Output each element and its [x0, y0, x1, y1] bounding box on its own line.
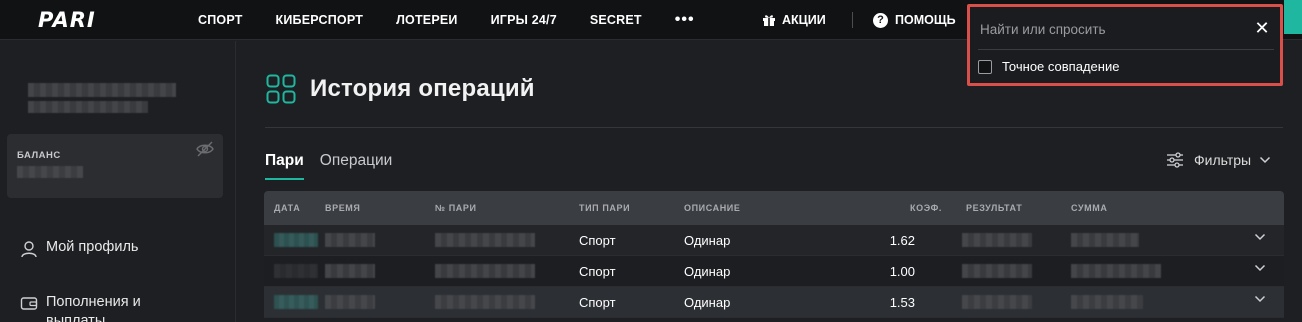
bet-description: Одинар	[684, 295, 731, 310]
pari-logo[interactable]: PARI	[38, 9, 134, 31]
balance-card: БАЛАНС	[7, 134, 223, 198]
exact-match-label: Точное совпадение	[1002, 59, 1120, 74]
user-icon	[21, 241, 37, 258]
bets-table: ДАТА ВРЕМЯ № ПАРИ ТИП ПАРИ ОПИСАНИЕ КОЭФ…	[264, 191, 1284, 322]
sidebar-item-label: Мой профиль	[46, 239, 139, 255]
eye-off-icon[interactable]	[195, 141, 215, 157]
date-redacted	[274, 264, 318, 278]
nav-item-secret[interactable]: SECRET	[590, 13, 642, 27]
col-date[interactable]: ДАТА	[274, 203, 300, 213]
chevron-down-icon[interactable]	[1254, 295, 1266, 303]
sliders-icon	[1167, 152, 1183, 168]
help-label: ПОМОЩЬ	[895, 13, 956, 27]
bet-description: Одинар	[684, 233, 731, 248]
time-redacted	[325, 295, 375, 309]
sidebar-item-label: Пополнения и выплаты	[46, 294, 141, 322]
col-description[interactable]: ОПИСАНИЕ	[684, 203, 740, 213]
col-time[interactable]: ВРЕМЯ	[325, 203, 360, 213]
main-nav: СПОРТ КИБЕРСПОРТ ЛОТЕРЕИ ИГРЫ 24/7 SECRE…	[198, 0, 695, 40]
search-input[interactable]	[980, 19, 1230, 39]
bet-description: Одинар	[684, 264, 731, 279]
amount-redacted	[1071, 264, 1161, 278]
user-name-redacted	[28, 83, 176, 97]
gift-icon	[763, 15, 775, 26]
amount-redacted	[1071, 233, 1139, 247]
nav-item-sport[interactable]: СПОРТ	[198, 13, 243, 27]
exact-match-option[interactable]: Точное совпадение	[978, 59, 1119, 74]
sidebar-item-profile[interactable]: Мой профиль	[20, 239, 138, 258]
sidebar-item-payments[interactable]: Пополнения и выплаты	[20, 293, 176, 322]
grid-icon	[266, 74, 296, 104]
page-header: История операций	[266, 74, 535, 104]
promo-link[interactable]: АКЦИИ	[762, 0, 826, 40]
help-link[interactable]: ? ПОМОЩЬ	[873, 0, 956, 40]
bet-coef: 1.62	[889, 233, 915, 248]
logo-text: PARI	[38, 8, 96, 32]
bet-type: Спорт	[579, 295, 616, 310]
close-icon[interactable]: ✕	[1253, 19, 1271, 37]
bet-number-redacted	[435, 295, 535, 309]
search-divider	[978, 49, 1274, 50]
promo-label: АКЦИИ	[782, 13, 826, 27]
time-redacted	[325, 233, 375, 247]
balance-value-redacted	[17, 166, 83, 178]
bet-type: Спорт	[579, 233, 616, 248]
time-redacted	[325, 264, 375, 278]
nav-item-cybersport[interactable]: КИБЕРСПОРТ	[276, 13, 364, 27]
col-amount[interactable]: СУММА	[1071, 203, 1107, 213]
date-redacted	[274, 233, 318, 247]
history-tabs: Пари Операции	[265, 152, 408, 180]
chevron-down-icon[interactable]	[1254, 264, 1266, 272]
help-icon: ?	[873, 12, 888, 28]
login-button-edge[interactable]	[1284, 0, 1302, 34]
table-row[interactable]: Спорт Одинар 1.62	[264, 225, 1284, 256]
chevron-down-icon	[1260, 156, 1271, 164]
bet-number-redacted	[435, 264, 535, 278]
wallet-icon	[20, 297, 38, 310]
filters-label: Фильтры	[1194, 152, 1252, 168]
tab-operations[interactable]: Операции	[320, 152, 393, 180]
col-bet-number[interactable]: № ПАРИ	[435, 203, 477, 213]
nav-item-games[interactable]: ИГРЫ 24/7	[491, 13, 557, 27]
search-popup: ✕ Точное совпадение	[967, 4, 1283, 86]
bet-type: Спорт	[579, 264, 616, 279]
bet-number-redacted	[435, 233, 535, 247]
more-menu-icon[interactable]: •••	[675, 11, 695, 29]
date-redacted	[274, 295, 318, 309]
col-coef[interactable]: КОЭФ.	[910, 203, 942, 213]
page-title: История операций	[310, 75, 535, 102]
tab-bets[interactable]: Пари	[265, 152, 304, 180]
nav-item-lotteries[interactable]: ЛОТЕРЕИ	[396, 13, 458, 27]
amount-redacted	[1071, 295, 1143, 309]
result-redacted	[962, 264, 1032, 278]
exact-match-checkbox[interactable]	[978, 59, 992, 74]
bet-coef: 1.53	[889, 295, 915, 310]
balance-label: БАЛАНС	[17, 150, 61, 161]
sidebar: БАЛАНС Мой профиль Пополнения и выплаты	[0, 41, 236, 322]
header-divider	[852, 12, 853, 28]
filters-button[interactable]: Фильтры	[1166, 152, 1271, 168]
bet-coef: 1.00	[889, 264, 915, 279]
title-divider	[265, 127, 1283, 128]
result-redacted	[962, 295, 1032, 309]
col-result[interactable]: РЕЗУЛЬТАТ	[966, 203, 1022, 213]
table-row[interactable]: Спорт Одинар 1.53	[264, 287, 1284, 318]
result-redacted	[962, 233, 1032, 247]
col-bet-type[interactable]: ТИП ПАРИ	[579, 203, 630, 213]
table-header: ДАТА ВРЕМЯ № ПАРИ ТИП ПАРИ ОПИСАНИЕ КОЭФ…	[264, 191, 1284, 225]
user-id-redacted	[28, 101, 148, 113]
chevron-down-icon[interactable]	[1254, 233, 1266, 241]
table-row[interactable]: Спорт Одинар 1.00	[264, 256, 1284, 287]
